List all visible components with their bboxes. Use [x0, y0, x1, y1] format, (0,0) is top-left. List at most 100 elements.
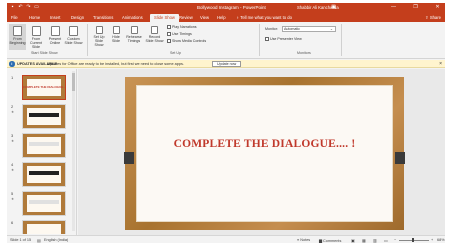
redo-icon[interactable]: ↷ — [26, 5, 31, 10]
slide-thumbnail[interactable] — [22, 191, 66, 216]
custom-show-label: Custom Slide Show — [64, 37, 83, 45]
thumbnail-image — [29, 171, 59, 175]
notes-icon: ≡ — [297, 237, 300, 242]
document-title: Bollywood Instagram - PowerPoint — [197, 5, 266, 10]
zoom-in-icon[interactable]: + — [431, 238, 433, 242]
tell-me-search[interactable]: ♀ Tell me what you want to do — [236, 14, 292, 22]
play-narrations-checkbox[interactable]: Play Narrations — [167, 25, 197, 29]
slide-sorter-icon[interactable]: ▦ — [362, 238, 366, 243]
checkbox-icon — [167, 25, 171, 29]
close-icon[interactable]: × — [439, 61, 442, 67]
hide-slide-button[interactable]: Hide Slide — [109, 24, 123, 50]
lightbulb-icon: ♀ — [236, 15, 240, 20]
group-label-setup: Set Up — [170, 51, 181, 55]
from-beginning-label: From Beginning — [9, 37, 26, 45]
present-online-button[interactable]: Present Online — [47, 24, 63, 50]
zoom-out-icon[interactable]: − — [394, 238, 396, 242]
record-slide-show-button[interactable]: Record Slide Show — [145, 24, 164, 50]
undo-icon[interactable]: ↶ — [18, 5, 23, 10]
group-separator — [87, 24, 88, 56]
share-button[interactable]: ⇪ Share — [425, 14, 441, 22]
chevron-down-icon: ⌄ — [329, 27, 333, 31]
restore-button[interactable]: ❐ — [411, 4, 420, 11]
tab-view[interactable]: View — [200, 14, 209, 22]
scrollbar-handle[interactable] — [72, 73, 75, 91]
set-up-slide-show-button[interactable]: Set Up Slide Show — [91, 24, 107, 50]
zoom-level[interactable]: 68% — [437, 238, 445, 242]
tab-file[interactable]: File — [11, 14, 18, 22]
slideshow-start-icon — [13, 26, 22, 36]
tab-home[interactable]: Home — [29, 14, 40, 22]
reading-view-icon[interactable]: ▥ — [373, 238, 377, 243]
thumbnail-scrollbar[interactable] — [72, 71, 75, 231]
group-label-start: Start Slide Show — [31, 51, 58, 55]
tab-transitions[interactable]: Transitions — [93, 14, 113, 22]
tab-design[interactable]: Design — [71, 14, 84, 22]
thumbnail-image — [29, 200, 59, 204]
present-online-label: Present Online — [48, 37, 62, 45]
minimize-button[interactable]: — — [389, 4, 398, 11]
thumbnail-item[interactable]: 3 ★ — [10, 133, 72, 163]
use-timings-checkbox[interactable]: Use Timings — [167, 32, 192, 36]
present-online-icon — [50, 26, 60, 36]
share-label: Share — [429, 15, 441, 20]
group-label-monitors: Monitors — [297, 51, 311, 55]
monitor-value: Automatic — [284, 27, 300, 31]
custom-slide-show-button[interactable]: Custom Slide Show — [64, 24, 83, 50]
present-icon[interactable]: ▭ — [34, 5, 39, 10]
slide-thumbnail[interactable] — [22, 133, 66, 158]
show-media-controls-checkbox[interactable]: Show Media Controls — [167, 39, 206, 43]
language-indicator[interactable]: English (India) — [44, 238, 68, 242]
group-separator — [259, 24, 260, 56]
slideshow-view-icon[interactable]: ▭ — [384, 238, 388, 243]
slide-count: Slide 1 of 15 — [10, 237, 32, 242]
close-button[interactable]: ✕ — [433, 4, 442, 11]
thumbnail-item[interactable]: 2 ★ — [10, 104, 72, 134]
zoom-slider[interactable] — [399, 239, 429, 241]
comments-button[interactable]: ▆ Comments — [319, 238, 341, 243]
zoom-slider-handle[interactable] — [412, 238, 414, 242]
rehearse-timings-button[interactable]: Rehearse Timings — [125, 24, 143, 50]
slideshow-current-icon — [31, 26, 41, 36]
play-narrations-label: Play Narrations — [172, 25, 197, 29]
tell-me-label: Tell me what you want to do — [240, 15, 292, 20]
record-label: Record Slide Show — [145, 35, 164, 43]
checkbox-icon — [167, 39, 171, 43]
tab-animations[interactable]: Animations — [122, 14, 143, 22]
rehearse-label: Rehearse Timings — [126, 35, 142, 43]
thumbnail-item[interactable]: 1 COMPLETE THE DIALOGUE.... ! — [10, 75, 72, 105]
slide-thumbnail[interactable] — [22, 162, 66, 187]
save-icon[interactable]: ▪ — [10, 5, 15, 10]
tab-slide-show[interactable]: Slide Show — [150, 14, 179, 22]
current-slide[interactable]: COMPLETE THE DIALOGUE.... ! — [124, 77, 405, 230]
slide-thumbnail[interactable] — [22, 104, 66, 129]
slide-title[interactable]: COMPLETE THE DIALOGUE.... ! — [125, 138, 404, 150]
from-beginning-button[interactable]: From Beginning — [9, 24, 26, 50]
from-current-slide-button[interactable]: From Current Slide — [27, 24, 45, 50]
tab-help[interactable]: Help — [217, 14, 226, 22]
normal-view-icon[interactable]: ▣ — [351, 238, 355, 243]
powerpoint-window: ▪ ↶ ↷ ▭ Bollywood Instagram - PowerPoint… — [7, 3, 445, 243]
slide-thumbnail[interactable]: COMPLETE THE DIALOGUE.... ! — [22, 75, 66, 100]
ribbon-display-icon[interactable]: ▣ — [329, 4, 338, 11]
thumbnail-item[interactable]: 5 ★ — [10, 191, 72, 221]
presenter-view-checkbox[interactable]: Use Presenter View — [265, 37, 302, 41]
spellcheck-icon[interactable]: ▤ — [37, 238, 41, 243]
notes-button[interactable]: ≡ Notes — [297, 238, 310, 242]
thumbnail-item[interactable]: 4 ★ — [10, 162, 72, 192]
tab-review[interactable]: Review — [179, 14, 193, 22]
update-now-button[interactable]: Update now — [212, 61, 242, 67]
monitor-select[interactable]: Automatic ⌄ — [282, 26, 336, 32]
tab-insert[interactable]: Insert — [50, 14, 60, 22]
update-notification-bar: i UPDATES AVAILABLE Updates for Office a… — [7, 60, 445, 68]
comments-label: Comments — [322, 238, 342, 243]
ribbon: From Beginning From Current Slide Presen… — [7, 22, 445, 59]
transition-icon: ★ — [11, 110, 15, 114]
setup-icon — [95, 26, 103, 34]
thumbnail-image — [29, 113, 59, 117]
thumbnail-item[interactable]: 6 — [10, 220, 72, 234]
slide-thumbnail[interactable] — [22, 220, 66, 234]
slide-number: 6 — [11, 220, 14, 225]
slide-editing-area: COMPLETE THE DIALOGUE.... ! — [78, 69, 445, 235]
checkbox-icon — [265, 37, 269, 41]
